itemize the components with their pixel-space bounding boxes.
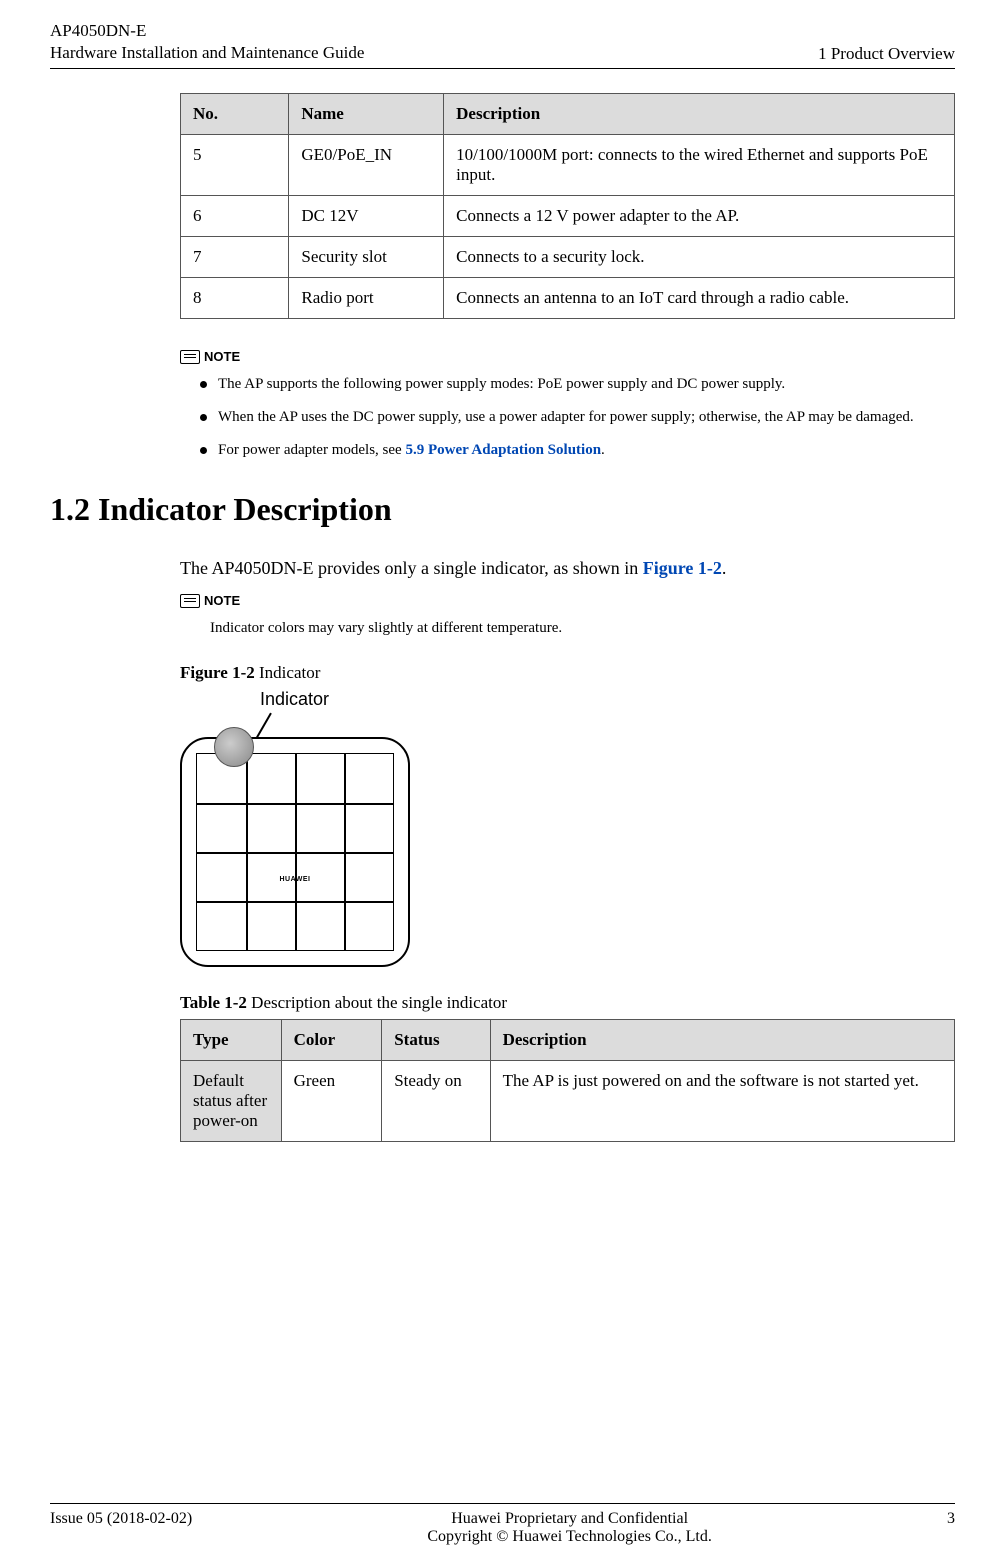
indicator-table: Type Color Status Description Default st… bbox=[180, 1019, 955, 1142]
page-header: AP4050DN-E Hardware Installation and Mai… bbox=[50, 20, 955, 69]
chapter-label: 1 Product Overview bbox=[818, 44, 955, 64]
list-item: The AP supports the following power supp… bbox=[200, 374, 955, 395]
product-name: AP4050DN-E bbox=[50, 20, 364, 42]
note-label: NOTE bbox=[180, 593, 955, 608]
note-paragraph: Indicator colors may vary slightly at di… bbox=[180, 618, 955, 639]
th-status: Status bbox=[382, 1020, 490, 1061]
figure-link[interactable]: Figure 1-2 bbox=[643, 558, 722, 578]
cell-type: Default status after power-on bbox=[181, 1061, 282, 1142]
section-heading: 1.2 Indicator Description bbox=[50, 491, 955, 528]
figure-caption: Figure 1-2 Indicator bbox=[180, 663, 955, 683]
list-item: When the AP uses the DC power supply, us… bbox=[200, 407, 955, 428]
list-text: For power adapter models, see bbox=[218, 442, 405, 458]
cell-desc: Connects a 12 V power adapter to the AP. bbox=[444, 196, 955, 237]
note-block-2: NOTE Indicator colors may vary slightly … bbox=[180, 593, 955, 639]
th-name: Name bbox=[289, 94, 444, 135]
table-row: 6 DC 12V Connects a 12 V power adapter t… bbox=[181, 196, 955, 237]
intro-paragraph: The AP4050DN-E provides only a single in… bbox=[180, 558, 955, 579]
th-color: Color bbox=[281, 1020, 382, 1061]
table-header-row: Type Color Status Description bbox=[181, 1020, 955, 1061]
th-desc: Description bbox=[490, 1020, 954, 1061]
intro-text: . bbox=[722, 558, 727, 578]
cell-desc: 10/100/1000M port: connects to the wired… bbox=[444, 135, 955, 196]
table-header-row: No. Name Description bbox=[181, 94, 955, 135]
cell-desc: Connects an antenna to an IoT card throu… bbox=[444, 278, 955, 319]
doc-title: Hardware Installation and Maintenance Gu… bbox=[50, 42, 364, 64]
brand-logo: HUAWEI bbox=[280, 876, 311, 883]
cell-desc: The AP is just powered on and the softwa… bbox=[490, 1061, 954, 1142]
th-type: Type bbox=[181, 1020, 282, 1061]
indicator-figure: Indicator HUAWEI bbox=[180, 689, 440, 969]
note-list: The AP supports the following power supp… bbox=[180, 374, 955, 461]
note-icon bbox=[180, 594, 200, 608]
indicator-line bbox=[256, 713, 271, 738]
power-adaptation-link[interactable]: 5.9 Power Adaptation Solution bbox=[405, 442, 601, 458]
figure-title: Indicator bbox=[255, 663, 321, 682]
indicator-label: Indicator bbox=[260, 689, 329, 710]
page-footer: Issue 05 (2018-02-02) Huawei Proprietary… bbox=[50, 1503, 955, 1546]
cell-name: GE0/PoE_IN bbox=[289, 135, 444, 196]
footer-page: 3 bbox=[947, 1510, 955, 1528]
th-desc: Description bbox=[444, 94, 955, 135]
list-item: For power adapter models, see 5.9 Power … bbox=[200, 440, 955, 461]
footer-copyright: Copyright © Huawei Technologies Co., Ltd… bbox=[192, 1528, 947, 1546]
cell-no: 5 bbox=[181, 135, 289, 196]
cell-no: 6 bbox=[181, 196, 289, 237]
header-left: AP4050DN-E Hardware Installation and Mai… bbox=[50, 20, 364, 64]
cell-no: 7 bbox=[181, 237, 289, 278]
th-no: No. bbox=[181, 94, 289, 135]
note-block-1: NOTE The AP supports the following power… bbox=[180, 349, 955, 461]
footer-issue: Issue 05 (2018-02-02) bbox=[50, 1510, 192, 1528]
note-icon bbox=[180, 350, 200, 364]
cell-name: Radio port bbox=[289, 278, 444, 319]
cell-name: Security slot bbox=[289, 237, 444, 278]
note-text: NOTE bbox=[204, 593, 240, 608]
note-text: NOTE bbox=[204, 349, 240, 364]
ap-device-illustration: HUAWEI bbox=[180, 737, 410, 967]
cell-name: DC 12V bbox=[289, 196, 444, 237]
table-number: Table 1-2 bbox=[180, 993, 247, 1012]
figure-number: Figure 1-2 bbox=[180, 663, 255, 682]
table-caption: Table 1-2 Description about the single i… bbox=[180, 993, 955, 1013]
table-row: 7 Security slot Connects to a security l… bbox=[181, 237, 955, 278]
cell-color: Green bbox=[281, 1061, 382, 1142]
table-row: 5 GE0/PoE_IN 10/100/1000M port: connects… bbox=[181, 135, 955, 196]
cell-status: Steady on bbox=[382, 1061, 490, 1142]
list-text: . bbox=[601, 442, 605, 458]
table-title: Description about the single indicator bbox=[247, 993, 507, 1012]
table-row: 8 Radio port Connects an antenna to an I… bbox=[181, 278, 955, 319]
cell-no: 8 bbox=[181, 278, 289, 319]
note-label: NOTE bbox=[180, 349, 955, 364]
footer-confidential: Huawei Proprietary and Confidential bbox=[192, 1510, 947, 1528]
ports-table: No. Name Description 5 GE0/PoE_IN 10/100… bbox=[180, 93, 955, 319]
led-indicator-icon bbox=[214, 727, 254, 767]
table-row: Default status after power-on Green Stea… bbox=[181, 1061, 955, 1142]
cell-desc: Connects to a security lock. bbox=[444, 237, 955, 278]
ap-grid: HUAWEI bbox=[196, 753, 394, 951]
footer-center: Huawei Proprietary and Confidential Copy… bbox=[192, 1510, 947, 1546]
intro-text: The AP4050DN-E provides only a single in… bbox=[180, 558, 643, 578]
